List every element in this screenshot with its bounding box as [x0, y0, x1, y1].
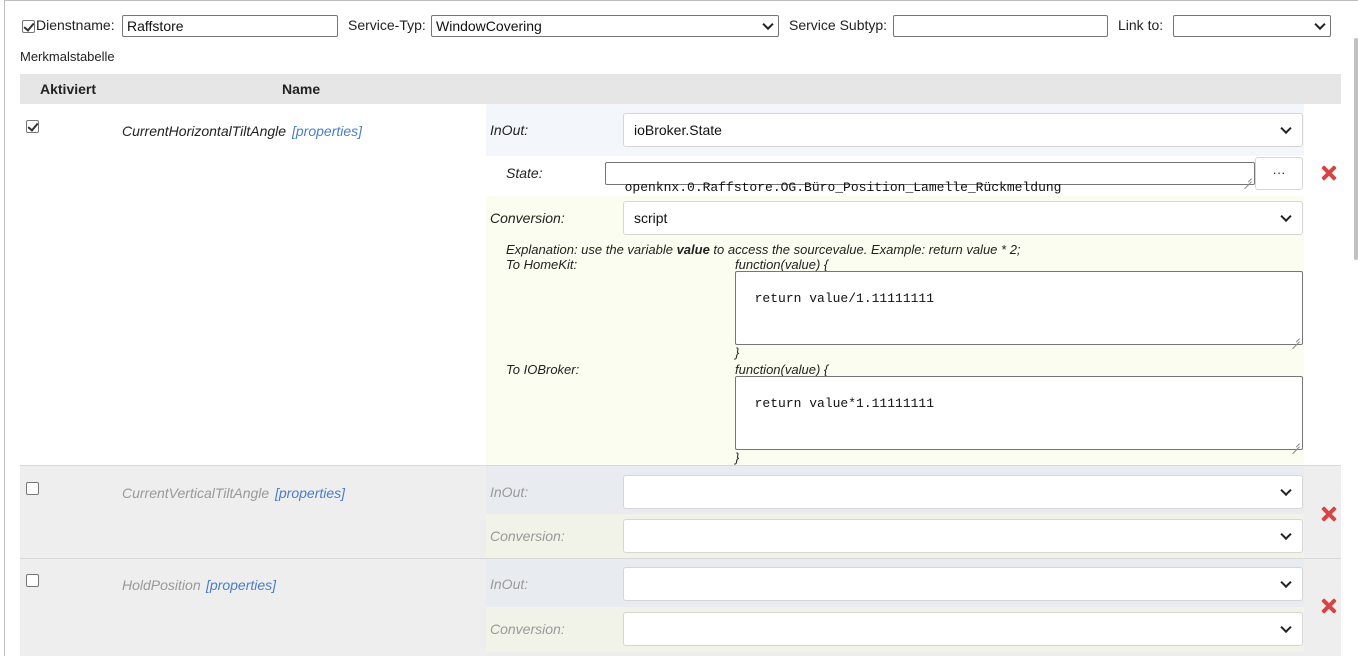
service-enabled-checkbox[interactable]: [22, 20, 35, 33]
to-iobroker-label: To IOBroker:: [506, 362, 580, 377]
remove-icon[interactable]: [1320, 505, 1338, 523]
remove-icon[interactable]: [1320, 597, 1338, 615]
conversion-select[interactable]: [623, 519, 1303, 553]
col-active-header: Aktiviert: [40, 81, 97, 97]
row-enabled-checkbox[interactable]: [26, 482, 39, 495]
resize-grip-icon[interactable]: [1244, 174, 1252, 182]
service-type-select[interactable]: WindowCovering: [431, 15, 779, 37]
service-subtype-input[interactable]: [893, 15, 1108, 37]
properties-link[interactable]: [properties]: [292, 123, 362, 139]
to-homekit-label: To HomeKit:: [506, 257, 578, 272]
characteristic-name: HoldPosition: [122, 577, 201, 593]
chevron-down-icon: [1280, 621, 1292, 634]
properties-link[interactable]: [properties]: [206, 577, 276, 593]
conversion-label: Conversion:: [490, 621, 565, 637]
to-iobroker-func-close: }: [735, 450, 740, 465]
to-homekit-code-text: return value/1.11111111: [754, 291, 935, 306]
chevron-down-icon: [1280, 210, 1292, 223]
row-enabled-checkbox[interactable]: [26, 120, 39, 133]
browse-button-label: ···: [1272, 165, 1286, 180]
service-subtype-label: Service Subtyp:: [789, 17, 888, 33]
to-iobroker-code[interactable]: return value*1.11111111: [735, 376, 1303, 450]
to-homekit-func-open: function(value) {: [735, 257, 829, 272]
characteristic-name: CurrentVerticalTiltAngle: [122, 485, 270, 501]
scrollbar[interactable]: [1354, 38, 1358, 260]
state-value: openknx.0.Raffstore.OG.Büro_Position_Lam…: [624, 180, 1062, 195]
chevron-down-icon: [1280, 122, 1292, 135]
conversion-select[interactable]: [623, 612, 1303, 646]
row-enabled-checkbox[interactable]: [26, 574, 39, 587]
service-name-input[interactable]: [122, 15, 338, 37]
inout-select[interactable]: [623, 475, 1303, 509]
resize-grip-icon[interactable]: [1292, 439, 1300, 447]
chevron-down-icon: [1280, 576, 1292, 589]
link-to-select[interactable]: [1173, 15, 1331, 37]
service-type-label: Service-Typ:: [348, 17, 426, 33]
table-header: Aktiviert Name: [20, 74, 1341, 104]
browse-state-button[interactable]: ···: [1255, 157, 1303, 190]
link-to-label: Link to:: [1118, 17, 1164, 33]
conversion-explanation: Explanation: use the variable value to a…: [506, 242, 1021, 257]
inout-select[interactable]: [623, 567, 1303, 601]
state-input[interactable]: openknx.0.Raffstore.OG.Büro_Position_Lam…: [605, 162, 1255, 195]
explanation-keyword: value: [676, 242, 710, 257]
properties-link[interactable]: [properties]: [275, 485, 345, 501]
explanation-suffix: to access the sourcevalue. Example: retu…: [709, 242, 1021, 257]
chevron-down-icon: [762, 18, 774, 31]
to-homekit-code[interactable]: return value/1.11111111: [735, 271, 1303, 345]
to-iobroker-func-open: function(value) {: [735, 362, 829, 377]
conversion-select[interactable]: script: [623, 201, 1303, 235]
service-type-value: WindowCovering: [436, 18, 542, 34]
conversion-value: script: [634, 210, 668, 226]
inout-label: InOut:: [490, 122, 529, 138]
chevron-down-icon: [1280, 528, 1292, 541]
characteristic-name: CurrentHorizontalTiltAngle: [122, 123, 287, 139]
inout-select[interactable]: ioBroker.State: [623, 113, 1303, 147]
inout-label: InOut:: [490, 576, 529, 592]
chevron-down-icon: [1314, 18, 1326, 31]
table-title: Merkmalstabelle: [20, 49, 115, 64]
inout-label: InOut:: [490, 484, 529, 500]
service-name-label: Dienstname:: [36, 17, 115, 33]
to-homekit-func-close: }: [735, 345, 740, 360]
conversion-label: Conversion:: [490, 210, 565, 226]
inout-value: ioBroker.State: [634, 122, 722, 138]
chevron-down-icon: [1280, 484, 1292, 497]
col-name-header: Name: [282, 81, 321, 97]
to-iobroker-code-text: return value*1.11111111: [754, 396, 935, 411]
state-label: State:: [506, 165, 543, 181]
resize-grip-icon[interactable]: [1292, 334, 1300, 342]
explanation-prefix: Explanation: use the variable: [506, 242, 677, 257]
conversion-label: Conversion:: [490, 528, 565, 544]
remove-icon[interactable]: [1320, 164, 1338, 182]
